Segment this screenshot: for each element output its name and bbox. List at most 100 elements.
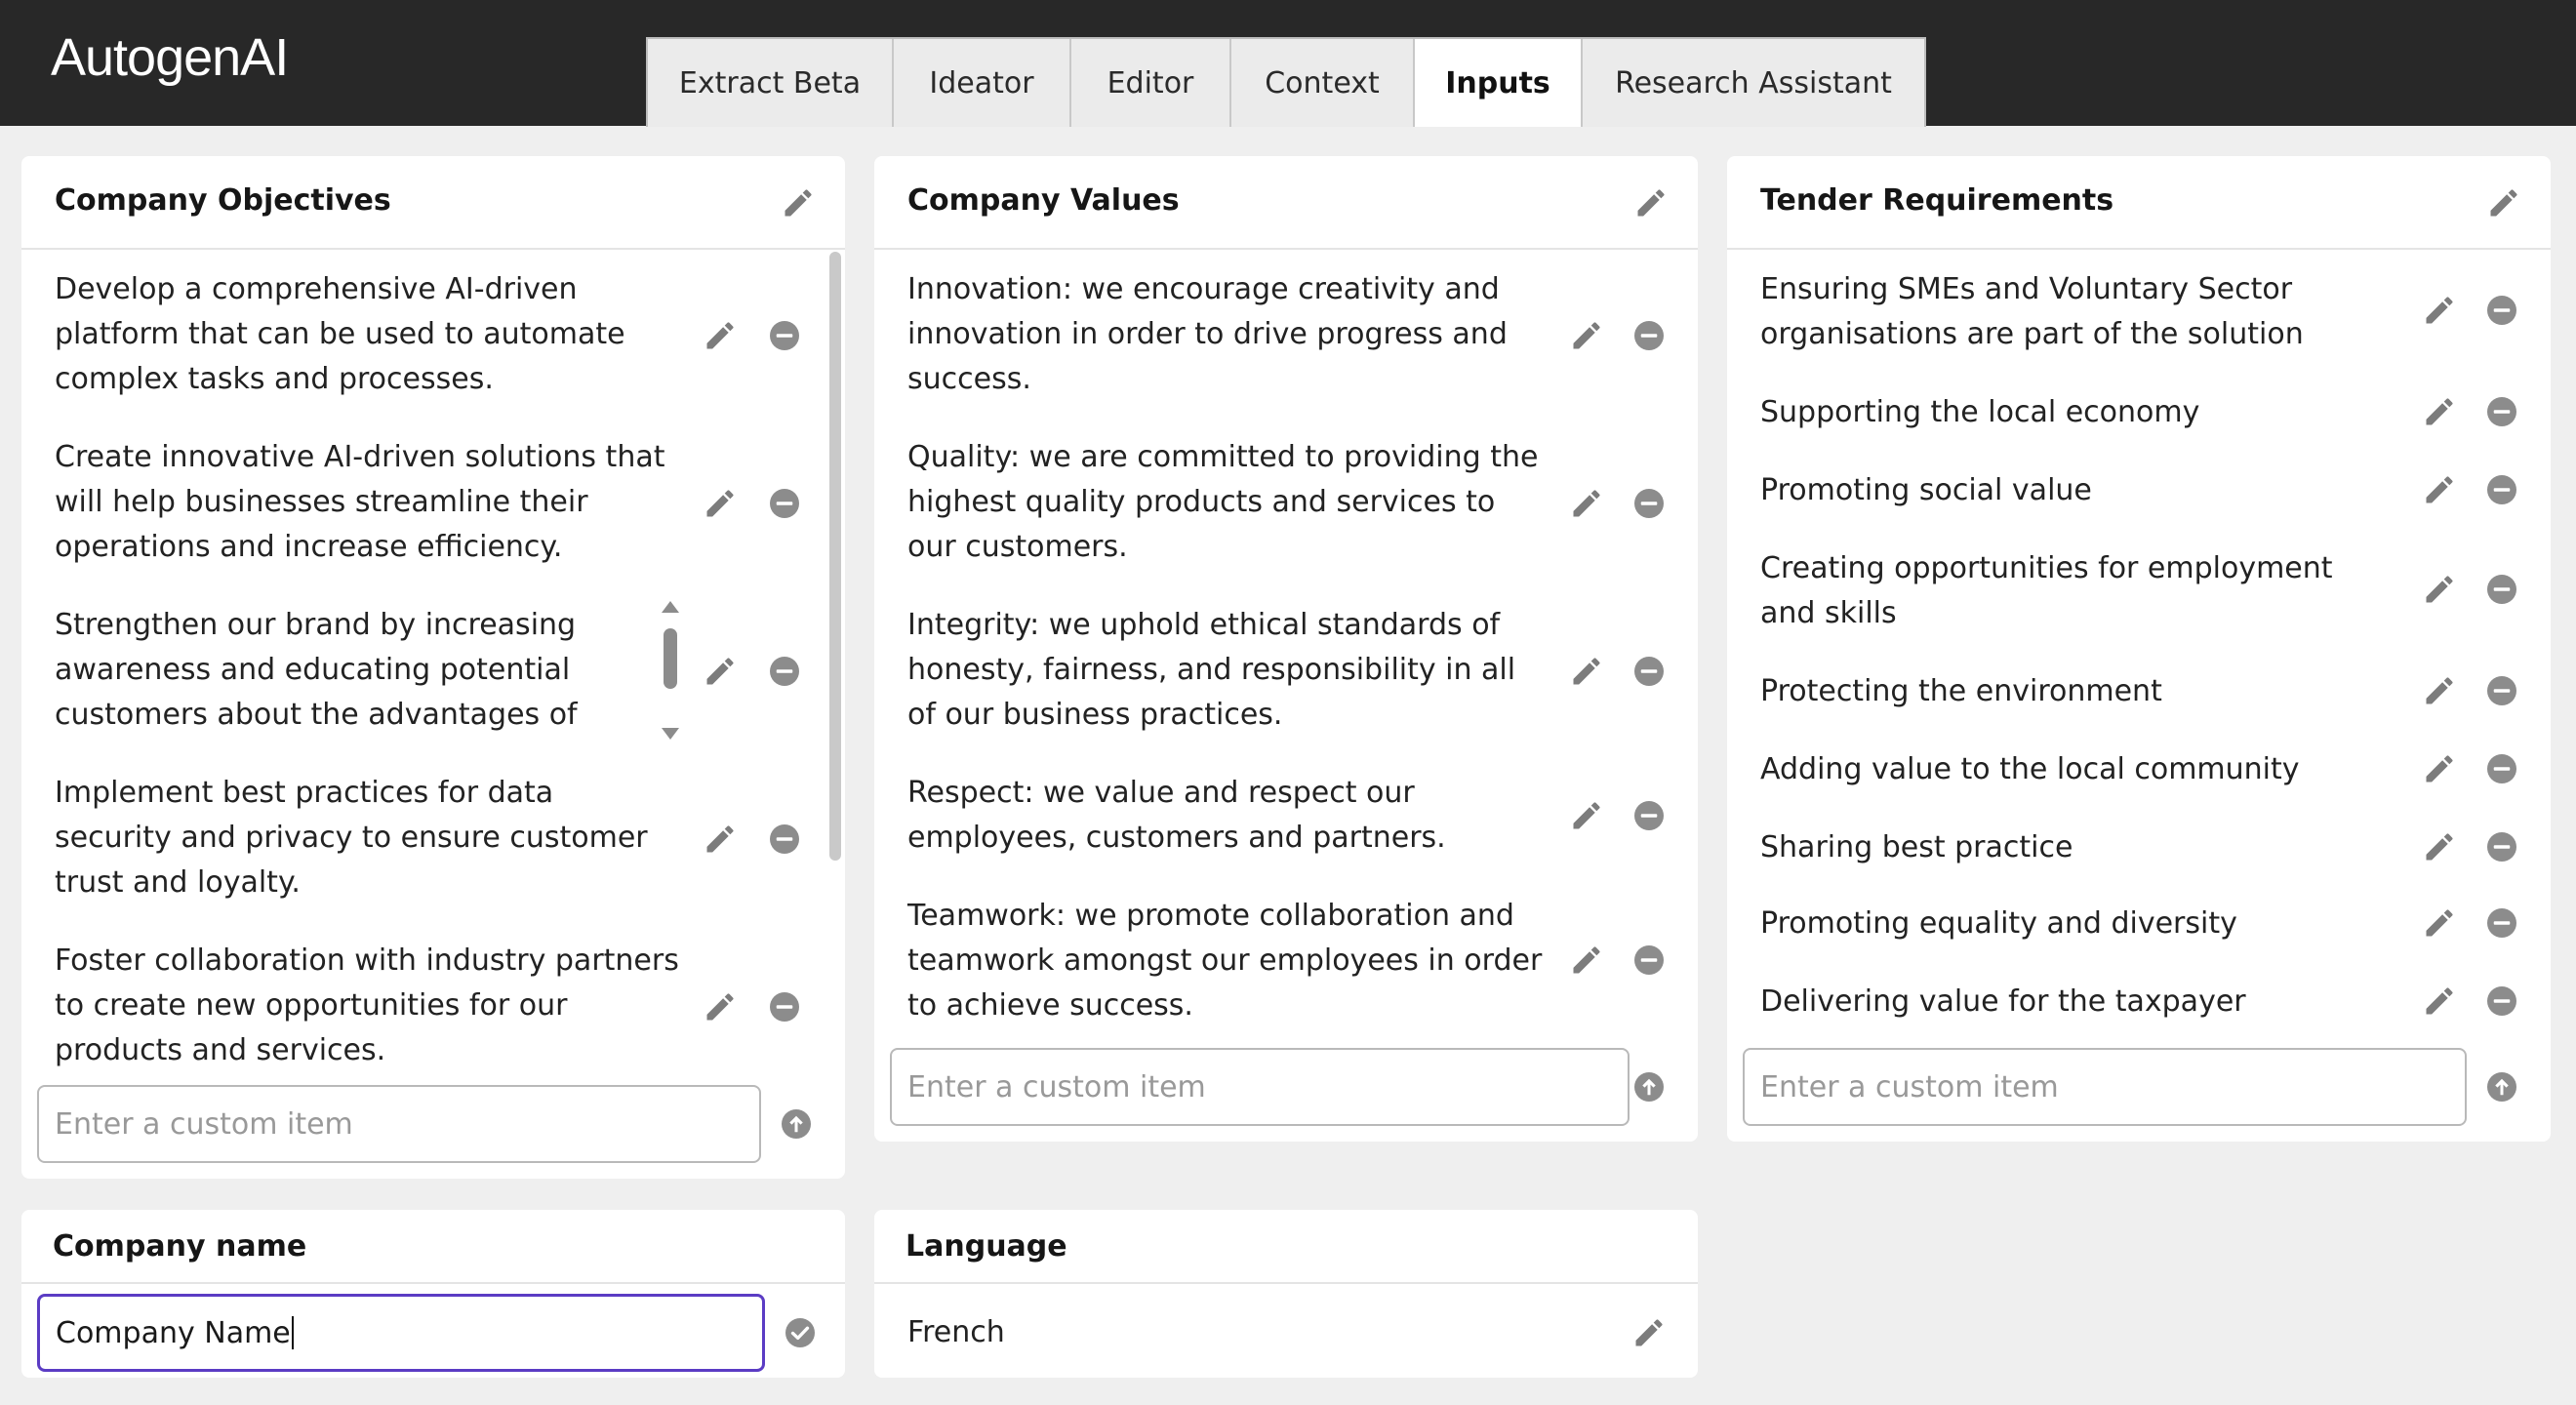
language-value: French <box>907 1315 1005 1349</box>
edit-item-pencil-icon[interactable] <box>1569 654 1604 689</box>
edit-item-pencil-icon[interactable] <box>1569 318 1604 353</box>
list-item: Respect: we value and respect our employ… <box>907 776 1446 855</box>
edit-objectives-pencil-icon[interactable] <box>781 185 816 221</box>
remove-item-minus-icon[interactable] <box>767 654 802 689</box>
scroll-down-arrow-icon[interactable] <box>662 728 679 740</box>
tab-ideator[interactable]: Ideator <box>894 39 1071 127</box>
remove-item-minus-icon[interactable] <box>2484 984 2519 1019</box>
edit-item-pencil-icon[interactable] <box>703 989 738 1024</box>
card-title: Company Values <box>907 183 1180 218</box>
list-item: Promoting social value <box>1760 473 2092 507</box>
tender-requirements-card: Tender Requirements Ensuring SMEs and Vo… <box>1727 156 2551 1142</box>
remove-item-minus-icon[interactable] <box>1631 798 1667 833</box>
edit-item-pencil-icon[interactable] <box>2422 751 2457 786</box>
remove-item-minus-icon[interactable] <box>1631 318 1667 353</box>
tab-bar: Extract Beta Ideator Editor Context Inpu… <box>646 37 1926 127</box>
custom-value-input[interactable]: Enter a custom item <box>890 1048 1630 1126</box>
card-title: Company name <box>53 1229 307 1264</box>
edit-item-pencil-icon[interactable] <box>2422 905 2457 941</box>
card-scrollbar[interactable] <box>829 252 841 861</box>
edit-item-pencil-icon[interactable] <box>2422 984 2457 1019</box>
edit-values-pencil-icon[interactable] <box>1633 185 1669 221</box>
item-scrollbar[interactable] <box>656 597 685 743</box>
card-header: Language <box>874 1210 1698 1284</box>
card-header: Tender Requirements <box>1727 156 2551 250</box>
edit-language-pencil-icon[interactable] <box>1631 1315 1667 1350</box>
remove-item-minus-icon[interactable] <box>2484 293 2519 328</box>
company-name-value: Company Name <box>56 1315 291 1350</box>
remove-item-minus-icon[interactable] <box>767 318 802 353</box>
list-item: Sharing best practice <box>1760 830 2073 864</box>
scroll-up-arrow-icon[interactable] <box>662 601 679 613</box>
edit-item-pencil-icon[interactable] <box>2422 472 2457 507</box>
list-item: Integrity: we uphold ethical standards o… <box>907 608 1516 732</box>
language-card: Language French <box>874 1210 1698 1378</box>
list-item: Quality: we are committed to providing t… <box>907 440 1539 564</box>
remove-item-minus-icon[interactable] <box>767 486 802 521</box>
submit-arrow-up-icon[interactable] <box>779 1106 814 1142</box>
remove-item-minus-icon[interactable] <box>1631 486 1667 521</box>
submit-arrow-up-icon[interactable] <box>2484 1069 2519 1104</box>
edit-item-pencil-icon[interactable] <box>703 654 738 689</box>
edit-item-pencil-icon[interactable] <box>2422 394 2457 429</box>
tab-context[interactable]: Context <box>1231 39 1415 127</box>
remove-item-minus-icon[interactable] <box>767 989 802 1024</box>
edit-tender-pencil-icon[interactable] <box>2486 185 2521 221</box>
remove-item-minus-icon[interactable] <box>767 822 802 857</box>
list-item: Develop a comprehensive AI-driven platfo… <box>55 272 625 396</box>
company-objectives-card: Company Objectives Develop a comprehensi… <box>21 156 845 1179</box>
remove-item-minus-icon[interactable] <box>1631 943 1667 978</box>
submit-arrow-up-icon[interactable] <box>1631 1069 1667 1104</box>
company-values-card: Company Values Innovation: we encourage … <box>874 156 1698 1142</box>
edit-item-pencil-icon[interactable] <box>1569 943 1604 978</box>
card-scroll-thumb[interactable] <box>829 252 841 861</box>
remove-item-minus-icon[interactable] <box>2484 751 2519 786</box>
card-title: Tender Requirements <box>1760 183 2114 218</box>
edit-item-pencil-icon[interactable] <box>2422 673 2457 708</box>
edit-item-pencil-icon[interactable] <box>2422 829 2457 864</box>
remove-item-minus-icon[interactable] <box>2484 829 2519 864</box>
list-item: Innovation: we encourage creativity and … <box>907 272 1508 396</box>
custom-tender-input[interactable]: Enter a custom item <box>1743 1048 2467 1126</box>
list-item: Strengthen our brand by increasing aware… <box>55 608 578 732</box>
custom-objective-input[interactable]: Enter a custom item <box>37 1085 761 1163</box>
remove-item-minus-icon[interactable] <box>2484 472 2519 507</box>
edit-item-pencil-icon[interactable] <box>703 318 738 353</box>
list-item: Foster collaboration with industry partn… <box>55 943 679 1067</box>
list-item: Promoting equality and diversity <box>1760 906 2237 941</box>
remove-item-minus-icon[interactable] <box>2484 394 2519 429</box>
list-item: Delivering value for the taxpayer <box>1760 984 2246 1019</box>
list-item: Supporting the local economy <box>1760 395 2200 429</box>
remove-item-minus-icon[interactable] <box>2484 572 2519 607</box>
card-header: Company Objectives <box>21 156 845 250</box>
card-header: Company name <box>21 1210 845 1284</box>
list-item: Creating opportunities for employment an… <box>1760 551 2333 630</box>
remove-item-minus-icon[interactable] <box>2484 673 2519 708</box>
tab-inputs[interactable]: Inputs <box>1415 39 1583 127</box>
company-name-card: Company name Company Name <box>21 1210 845 1378</box>
list-item: Ensuring SMEs and Voluntary Sector organ… <box>1760 272 2304 351</box>
remove-item-minus-icon[interactable] <box>1631 654 1667 689</box>
edit-item-pencil-icon[interactable] <box>2422 572 2457 607</box>
card-title: Company Objectives <box>55 183 391 218</box>
card-title: Language <box>906 1229 1067 1264</box>
edit-item-pencil-icon[interactable] <box>1569 798 1604 833</box>
remove-item-minus-icon[interactable] <box>2484 905 2519 941</box>
app-logo: AutogenAI <box>51 28 289 87</box>
edit-item-pencil-icon[interactable] <box>703 822 738 857</box>
tab-extract-beta[interactable]: Extract Beta <box>648 39 894 127</box>
company-name-input[interactable]: Company Name <box>37 1294 765 1372</box>
list-item: Teamwork: we promote collaboration and t… <box>907 899 1543 1023</box>
edit-item-pencil-icon[interactable] <box>703 486 738 521</box>
text-caret <box>291 1316 294 1349</box>
confirm-check-icon[interactable] <box>783 1315 818 1350</box>
tab-editor[interactable]: Editor <box>1071 39 1231 127</box>
list-item: Implement best practices for data securi… <box>55 776 648 900</box>
edit-item-pencil-icon[interactable] <box>2422 293 2457 328</box>
list-item: Create innovative AI-driven solutions th… <box>55 440 665 564</box>
edit-item-pencil-icon[interactable] <box>1569 486 1604 521</box>
list-item: Protecting the environment <box>1760 674 2162 708</box>
scroll-thumb[interactable] <box>664 628 677 689</box>
top-bar: AutogenAI Extract Beta Ideator Editor Co… <box>0 0 2576 127</box>
tab-research-assistant[interactable]: Research Assistant <box>1583 39 1924 127</box>
